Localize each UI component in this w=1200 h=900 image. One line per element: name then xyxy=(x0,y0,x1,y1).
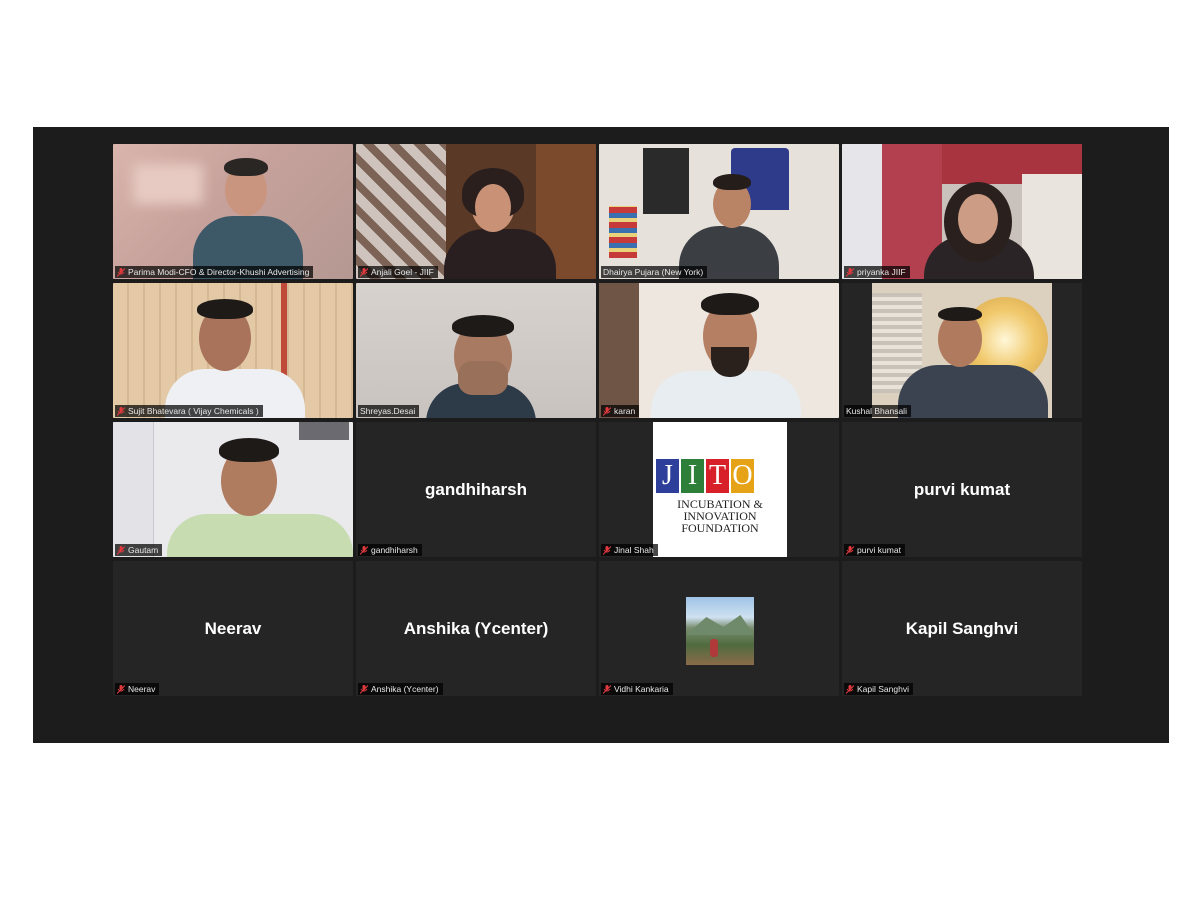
video-feed xyxy=(842,283,1082,418)
muted-mic-icon xyxy=(117,267,125,277)
participant-name-label: Jinal Shah xyxy=(601,544,658,556)
video-feed xyxy=(113,283,353,418)
video-feed xyxy=(599,283,839,418)
video-feed xyxy=(356,283,596,418)
participant-display-name: Anshika (Ycenter) xyxy=(403,618,549,638)
jito-logo: J I T O INCUBATION & INNOVATION FOUNDATI… xyxy=(653,422,787,557)
participant-name-label: Anjali Goel - JIIF xyxy=(358,266,438,278)
participant-tile[interactable]: Gautam xyxy=(113,422,353,557)
profile-picture xyxy=(686,597,754,665)
participant-name-label: Parima Modi-CFO & Director-Khushi Advert… xyxy=(115,266,314,278)
muted-mic-icon xyxy=(603,545,611,555)
participant-tile[interactable]: Shreyas.Desai xyxy=(356,283,596,418)
participant-tile-video-off[interactable]: Anshika (Ycenter) Anshika (Ycenter) xyxy=(356,561,596,696)
muted-mic-icon xyxy=(846,684,854,694)
participant-tile-active-speaker[interactable]: Dhairya Pujara (New York) xyxy=(599,144,839,279)
muted-mic-icon xyxy=(360,545,368,555)
logo-letters: J I T O xyxy=(656,459,754,493)
participant-tile-video-off[interactable]: purvi kumat purvi kumat xyxy=(842,422,1082,557)
participant-name-label: Kapil Sanghvi xyxy=(844,683,913,695)
participant-name-label: Neerav xyxy=(115,683,160,695)
participant-tile-video-off[interactable]: Neerav Neerav xyxy=(113,561,353,696)
participant-display-name: purvi kumat xyxy=(913,479,1011,499)
participant-tile[interactable]: Kushal Bhansali xyxy=(842,283,1082,418)
muted-mic-icon xyxy=(117,684,125,694)
video-feed xyxy=(356,144,596,279)
participant-name-label: priyanka JIIF xyxy=(844,266,910,278)
participant-name-label: gandhiharsh xyxy=(358,544,422,556)
participant-display-name: Neerav xyxy=(204,618,262,638)
logo-text: INCUBATION & INNOVATION FOUNDATION xyxy=(677,497,763,535)
participant-display-name: Kapil Sanghvi xyxy=(905,618,1019,638)
participant-tile[interactable]: J I T O INCUBATION & INNOVATION FOUNDATI… xyxy=(599,422,839,557)
muted-mic-icon xyxy=(846,267,854,277)
participant-name-label: Anshika (Ycenter) xyxy=(358,683,443,695)
gallery-grid: Parima Modi-CFO & Director-Khushi Advert… xyxy=(113,144,1082,696)
muted-mic-icon xyxy=(360,684,368,694)
muted-mic-icon xyxy=(117,545,125,555)
participant-tile[interactable]: karan xyxy=(599,283,839,418)
participant-name-label: Sujit Bhatevara ( Vijay Chemicals ) xyxy=(115,405,263,417)
participant-tile-video-off[interactable]: Vidhi Kankaria xyxy=(599,561,839,696)
video-feed xyxy=(842,144,1082,279)
participant-display-name: gandhiharsh xyxy=(424,479,527,499)
muted-mic-icon xyxy=(360,267,368,277)
participant-name-label: Gautam xyxy=(115,544,163,556)
participant-tile[interactable]: Sujit Bhatevara ( Vijay Chemicals ) xyxy=(113,283,353,418)
participant-name-label: karan xyxy=(601,405,640,417)
video-feed xyxy=(599,144,839,279)
participant-tile[interactable]: Parima Modi-CFO & Director-Khushi Advert… xyxy=(113,144,353,279)
participant-tile-video-off[interactable]: gandhiharsh gandhiharsh xyxy=(356,422,596,557)
muted-mic-icon xyxy=(603,406,611,416)
participant-name-label: Kushal Bhansali xyxy=(844,405,911,417)
participant-name-label: purvi kumat xyxy=(844,544,905,556)
participant-tile[interactable]: Anjali Goel - JIIF xyxy=(356,144,596,279)
meeting-window: Parima Modi-CFO & Director-Khushi Advert… xyxy=(33,127,1169,743)
muted-mic-icon xyxy=(846,545,854,555)
muted-mic-icon xyxy=(603,684,611,694)
participant-name-label: Dhairya Pujara (New York) xyxy=(601,266,708,278)
video-feed xyxy=(113,144,353,279)
video-feed xyxy=(113,422,353,557)
muted-mic-icon xyxy=(117,406,125,416)
participant-tile-video-off[interactable]: Kapil Sanghvi Kapil Sanghvi xyxy=(842,561,1082,696)
participant-tile[interactable]: priyanka JIIF xyxy=(842,144,1082,279)
participant-name-label: Shreyas.Desai xyxy=(358,405,420,417)
participant-name-label: Vidhi Kankaria xyxy=(601,683,673,695)
